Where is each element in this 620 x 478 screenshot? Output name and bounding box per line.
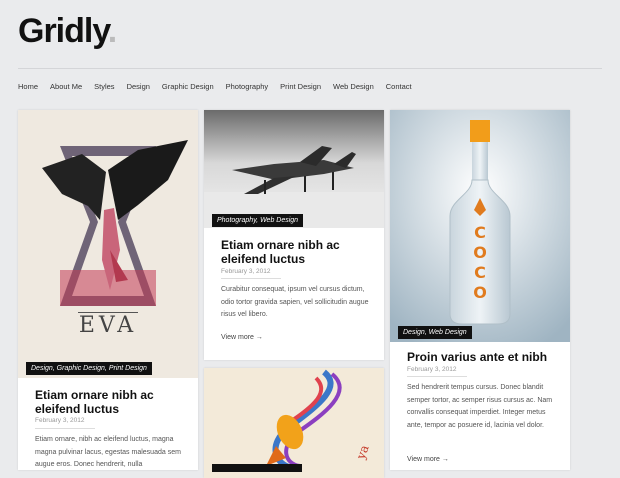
svg-text:C: C (474, 223, 486, 242)
svg-text:C: C (474, 263, 486, 282)
svg-text:O: O (473, 283, 487, 302)
post-1-date: February 3, 2012 (35, 417, 85, 424)
poster-text: EVA (79, 313, 137, 338)
post-1-rule (35, 428, 95, 429)
nav-about-me[interactable]: About Me (50, 82, 82, 91)
post-2-image[interactable] (204, 110, 384, 228)
nav-design[interactable]: Design (127, 82, 150, 91)
post-1-title[interactable]: Etiam ornare nibh ac eleifend luctus (35, 388, 186, 416)
post-4-tags-bar (212, 464, 302, 472)
nav-styles[interactable]: Styles (94, 82, 114, 91)
nav-print-design[interactable]: Print Design (280, 82, 321, 91)
header-divider (18, 68, 602, 69)
bottle-label: C O C O (473, 223, 487, 302)
post-1-tags[interactable]: Design, Graphic Design, Print Design (26, 362, 152, 375)
post-2-tags[interactable]: Photography, Web Design (212, 214, 304, 227)
post-card-4: ya (204, 368, 384, 478)
post-3-rule (407, 376, 467, 377)
post-2-excerpt: Curabitur consequat, ipsum vel cursus di… (221, 286, 369, 318)
post-card-3: C O C O Design, Web Design Proin varius … (390, 110, 570, 470)
post-3-tags[interactable]: Design, Web Design (398, 326, 472, 339)
nav-photography[interactable]: Photography (226, 82, 269, 91)
nav-graphic-design[interactable]: Graphic Design (162, 82, 214, 91)
nav-contact[interactable]: Contact (386, 82, 412, 91)
main-nav: Home About Me Styles Design Graphic Desi… (18, 82, 412, 91)
post-card-2: Photography, Web Design Etiam ornare nib… (204, 110, 384, 360)
post-1-image[interactable]: EVA (18, 110, 198, 378)
post-card-1: EVA Design, Graphic Design, Print Design… (18, 110, 198, 470)
nav-web-design[interactable]: Web Design (333, 82, 374, 91)
post-3-date: February 3, 2012 (407, 366, 457, 373)
post-3-view-more[interactable]: View more → (407, 456, 449, 463)
post-2-view-more[interactable]: View more → (221, 334, 263, 341)
post-2-title[interactable]: Etiam ornare nibh ac eleifend luctus (221, 238, 372, 266)
svg-text:O: O (473, 243, 487, 262)
post-3-excerpt: Sed hendrerit tempus cursus. Donec bland… (407, 384, 553, 429)
nav-home[interactable]: Home (18, 82, 38, 91)
post-4-image[interactable]: ya (204, 368, 384, 478)
site-logo[interactable]: Gridly. (18, 12, 117, 51)
post-2-rule (221, 278, 281, 279)
post-2-date: February 3, 2012 (221, 268, 271, 275)
post-3-image[interactable]: C O C O (390, 110, 570, 342)
post-3-title[interactable]: Proin varius ante et nibh (407, 350, 558, 364)
